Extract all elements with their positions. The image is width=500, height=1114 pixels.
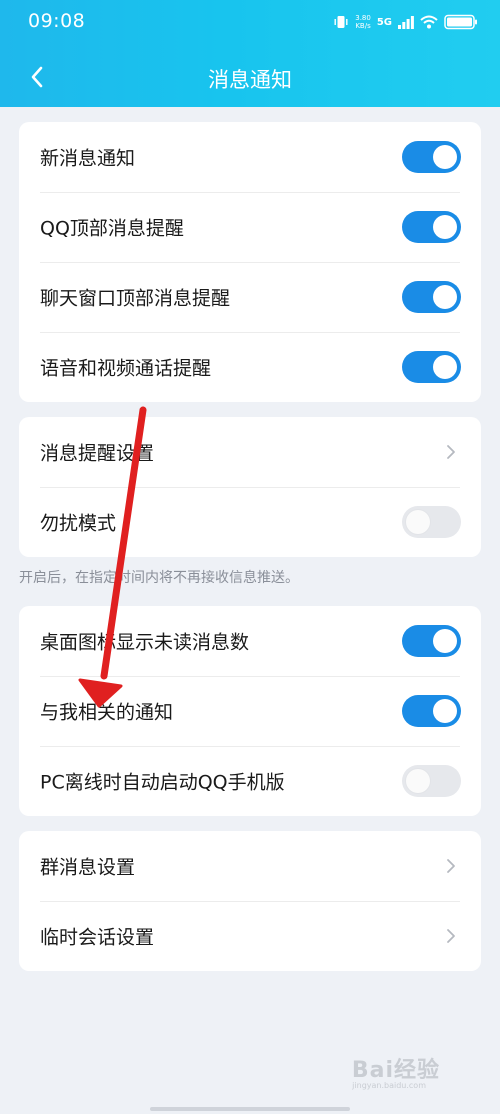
group-settings-card: 群消息设置 临时会话设置 (19, 831, 481, 971)
row-label: 勿扰模式 (40, 512, 117, 535)
row-label: PC离线时自动启动QQ手机版 (40, 771, 285, 794)
badge-notification-card: 桌面图标显示未读消息数 与我相关的通知 PC离线时自动启动QQ手机版 (19, 606, 481, 816)
row-label: 语音和视频通话提醒 (40, 357, 212, 380)
row-label: 新消息通知 (40, 147, 136, 170)
net-speed: 3.80 KB/s (355, 14, 371, 30)
row-label: 桌面图标显示未读消息数 (40, 631, 250, 654)
voice-video-call-reminder-row: 语音和视频通话提醒 (19, 332, 481, 402)
header: 09:08 3.80 KB/s 5G 消息通知 (0, 0, 500, 107)
toggle-knob (433, 215, 457, 239)
row-label: 群消息设置 (40, 856, 136, 879)
row-label: 临时会话设置 (40, 926, 155, 949)
desktop-icon-unread-count-row: 桌面图标显示未读消息数 (19, 606, 481, 676)
page-title: 消息通知 (208, 68, 292, 92)
status-icons: 3.80 KB/s 5G (333, 12, 478, 32)
toggle-knob (406, 769, 430, 793)
qq-top-message-reminder-row: QQ顶部消息提醒 (19, 192, 481, 262)
vibrate-icon (334, 16, 348, 28)
desktop-icon-unread-count-toggle[interactable] (402, 625, 461, 657)
row-label: 消息提醒设置 (40, 442, 155, 465)
toggle-knob (433, 629, 457, 653)
reminder-settings-card: 消息提醒设置 勿扰模式 (19, 417, 481, 557)
group-message-settings-row[interactable]: 群消息设置 (19, 831, 481, 901)
wifi-icon (420, 15, 438, 29)
row-label: 与我相关的通知 (40, 701, 174, 724)
do-not-disturb-toggle[interactable] (402, 506, 461, 538)
chat-window-top-reminder-row: 聊天窗口顶部消息提醒 (19, 262, 481, 332)
message-reminder-settings-row[interactable]: 消息提醒设置 (19, 417, 481, 487)
pc-offline-auto-start-toggle[interactable] (402, 765, 461, 797)
new-message-notification-toggle[interactable] (402, 141, 461, 173)
battery-icon (444, 14, 477, 30)
dnd-hint-text: 开启后，在指定时间内将不再接收信息推送。 (19, 570, 299, 586)
watermark-logo: Bai经验 (351, 1058, 440, 1083)
chevron-right-icon (447, 859, 455, 873)
related-to-me-notification-toggle[interactable] (402, 695, 461, 727)
status-bar: 09:08 3.80 KB/s 5G (0, 0, 500, 44)
voice-video-call-reminder-toggle[interactable] (402, 351, 461, 383)
temporary-chat-settings-row[interactable]: 临时会话设置 (19, 901, 481, 971)
chevron-right-icon (447, 929, 455, 943)
toggle-knob (433, 355, 457, 379)
nav-bar: 消息通知 (0, 50, 500, 102)
chat-window-top-reminder-toggle[interactable] (402, 281, 461, 313)
row-label: 聊天窗口顶部消息提醒 (40, 287, 231, 310)
chevron-right-icon (447, 445, 455, 459)
signal-icon (398, 16, 414, 29)
new-message-notification-row: 新消息通知 (19, 122, 481, 192)
toggle-knob (433, 699, 457, 723)
home-indicator[interactable] (150, 1107, 350, 1111)
watermark-url: jingyan.baidu.com (352, 1081, 426, 1090)
do-not-disturb-row: 勿扰模式 (19, 487, 481, 557)
status-time: 09:08 (28, 10, 86, 32)
net-speed-value: 3.80 (355, 14, 371, 22)
related-to-me-notification-row: 与我相关的通知 (19, 676, 481, 746)
toggle-knob (406, 510, 430, 534)
net-speed-unit: KB/s (355, 22, 371, 30)
toggle-knob (433, 145, 457, 169)
row-label: QQ顶部消息提醒 (40, 217, 184, 240)
notification-switches-card: 新消息通知 QQ顶部消息提醒 聊天窗口顶部消息提醒 语音和视频通话提醒 (19, 122, 481, 402)
qq-top-message-reminder-toggle[interactable] (402, 211, 461, 243)
pc-offline-auto-start-row: PC离线时自动启动QQ手机版 (19, 746, 481, 816)
toggle-knob (433, 285, 457, 309)
network-type: 5G (376, 16, 392, 28)
